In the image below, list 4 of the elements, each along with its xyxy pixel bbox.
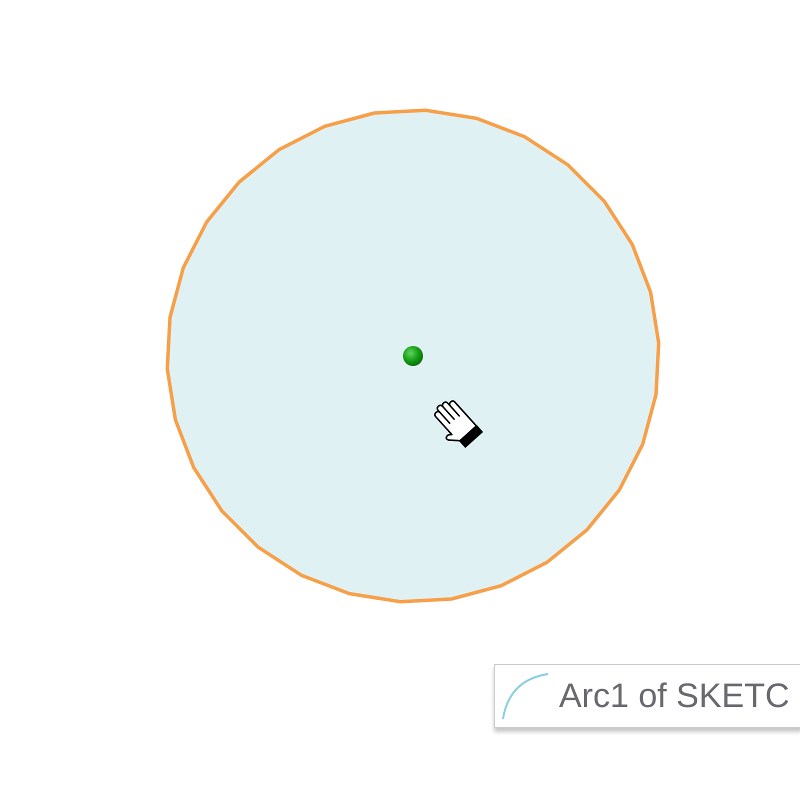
tooltip-text: Arc1 of SKETC — [559, 679, 790, 713]
center-point-icon — [403, 346, 423, 366]
arc-icon — [501, 672, 549, 720]
hand-cursor-icon — [434, 400, 484, 448]
